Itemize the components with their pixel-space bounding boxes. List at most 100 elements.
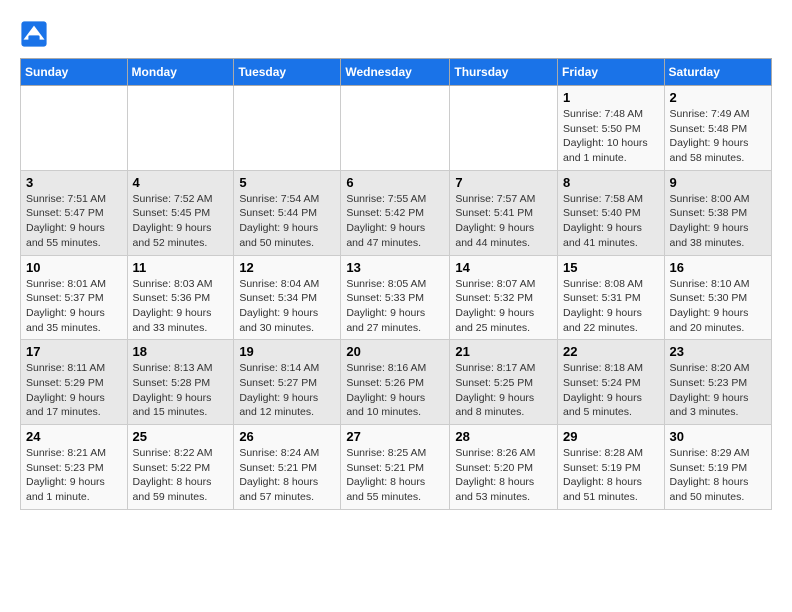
- day-number: 21: [455, 344, 552, 359]
- day-cell: 28 Sunrise: 8:26 AM Sunset: 5:20 PM Dayli…: [450, 425, 558, 510]
- day-number: 29: [563, 429, 659, 444]
- day-cell: 27 Sunrise: 8:25 AM Sunset: 5:21 PM Dayli…: [341, 425, 450, 510]
- logo-icon: [20, 20, 48, 48]
- day-number: 16: [670, 260, 766, 275]
- day-cell: [450, 86, 558, 171]
- day-number: 5: [239, 175, 335, 190]
- day-detail: Sunrise: 8:14 AM Sunset: 5:27 PM Dayligh…: [239, 361, 335, 420]
- day-cell: 1 Sunrise: 7:48 AM Sunset: 5:50 PM Daylig…: [558, 86, 665, 171]
- day-detail: Sunrise: 8:26 AM Sunset: 5:20 PM Dayligh…: [455, 446, 552, 505]
- day-detail: Sunrise: 8:18 AM Sunset: 5:24 PM Dayligh…: [563, 361, 659, 420]
- day-number: 6: [346, 175, 444, 190]
- day-cell: 7 Sunrise: 7:57 AM Sunset: 5:41 PM Daylig…: [450, 170, 558, 255]
- day-detail: Sunrise: 8:24 AM Sunset: 5:21 PM Dayligh…: [239, 446, 335, 505]
- week-row-1: 1 Sunrise: 7:48 AM Sunset: 5:50 PM Daylig…: [21, 86, 772, 171]
- page-header: [20, 20, 772, 48]
- day-cell: [234, 86, 341, 171]
- calendar-table: SundayMondayTuesdayWednesdayThursdayFrid…: [20, 58, 772, 510]
- day-cell: [341, 86, 450, 171]
- day-number: 11: [133, 260, 229, 275]
- weekday-row: SundayMondayTuesdayWednesdayThursdayFrid…: [21, 59, 772, 86]
- day-number: 15: [563, 260, 659, 275]
- day-cell: 10 Sunrise: 8:01 AM Sunset: 5:37 PM Dayli…: [21, 255, 128, 340]
- day-cell: 20 Sunrise: 8:16 AM Sunset: 5:26 PM Dayli…: [341, 340, 450, 425]
- weekday-header-wednesday: Wednesday: [341, 59, 450, 86]
- day-detail: Sunrise: 7:48 AM Sunset: 5:50 PM Dayligh…: [563, 107, 659, 166]
- day-number: 25: [133, 429, 229, 444]
- day-cell: 25Sunrise: 8:22 AM Sunset: 5:22 PM Dayli…: [127, 425, 234, 510]
- day-cell: 17Sunrise: 8:11 AM Sunset: 5:29 PM Dayli…: [21, 340, 128, 425]
- day-number: 4: [133, 175, 229, 190]
- day-number: 27: [346, 429, 444, 444]
- day-cell: 13 Sunrise: 8:05 AM Sunset: 5:33 PM Dayli…: [341, 255, 450, 340]
- day-detail: Sunrise: 7:58 AM Sunset: 5:40 PM Dayligh…: [563, 192, 659, 251]
- day-number: 3: [26, 175, 122, 190]
- calendar-body: 1 Sunrise: 7:48 AM Sunset: 5:50 PM Daylig…: [21, 86, 772, 510]
- day-detail: Sunrise: 8:00 AM Sunset: 5:38 PM Dayligh…: [670, 192, 766, 251]
- day-number: 14: [455, 260, 552, 275]
- day-detail: Sunrise: 8:05 AM Sunset: 5:33 PM Dayligh…: [346, 277, 444, 336]
- day-cell: 11 Sunrise: 8:03 AM Sunset: 5:36 PM Dayli…: [127, 255, 234, 340]
- day-number: 13: [346, 260, 444, 275]
- day-number: 19: [239, 344, 335, 359]
- day-cell: 26 Sunrise: 8:24 AM Sunset: 5:21 PM Dayli…: [234, 425, 341, 510]
- day-number: 12: [239, 260, 335, 275]
- day-detail: Sunrise: 7:57 AM Sunset: 5:41 PM Dayligh…: [455, 192, 552, 251]
- day-cell: 19 Sunrise: 8:14 AM Sunset: 5:27 PM Dayli…: [234, 340, 341, 425]
- day-cell: 9 Sunrise: 8:00 AM Sunset: 5:38 PM Daylig…: [664, 170, 771, 255]
- day-cell: 15 Sunrise: 8:08 AM Sunset: 5:31 PM Dayli…: [558, 255, 665, 340]
- day-number: 10: [26, 260, 122, 275]
- week-row-2: 3Sunrise: 7:51 AM Sunset: 5:47 PM Daylig…: [21, 170, 772, 255]
- day-cell: 24 Sunrise: 8:21 AM Sunset: 5:23 PM Dayli…: [21, 425, 128, 510]
- day-cell: 4 Sunrise: 7:52 AM Sunset: 5:45 PM Daylig…: [127, 170, 234, 255]
- day-detail: Sunrise: 8:28 AM Sunset: 5:19 PM Dayligh…: [563, 446, 659, 505]
- day-detail: Sunrise: 8:21 AM Sunset: 5:23 PM Dayligh…: [26, 446, 122, 505]
- day-number: 20: [346, 344, 444, 359]
- day-cell: 29 Sunrise: 8:28 AM Sunset: 5:19 PM Dayli…: [558, 425, 665, 510]
- day-number: 9: [670, 175, 766, 190]
- day-cell: 6Sunrise: 7:55 AM Sunset: 5:42 PM Daylig…: [341, 170, 450, 255]
- day-number: 2: [670, 90, 766, 105]
- day-detail: Sunrise: 8:07 AM Sunset: 5:32 PM Dayligh…: [455, 277, 552, 336]
- day-detail: Sunrise: 8:01 AM Sunset: 5:37 PM Dayligh…: [26, 277, 122, 336]
- weekday-header-thursday: Thursday: [450, 59, 558, 86]
- day-cell: 3Sunrise: 7:51 AM Sunset: 5:47 PM Daylig…: [21, 170, 128, 255]
- day-cell: 16 Sunrise: 8:10 AM Sunset: 5:30 PM Dayli…: [664, 255, 771, 340]
- week-row-3: 10 Sunrise: 8:01 AM Sunset: 5:37 PM Dayli…: [21, 255, 772, 340]
- calendar-header: SundayMondayTuesdayWednesdayThursdayFrid…: [21, 59, 772, 86]
- day-detail: Sunrise: 8:03 AM Sunset: 5:36 PM Dayligh…: [133, 277, 229, 336]
- day-cell: 12 Sunrise: 8:04 AM Sunset: 5:34 PM Dayli…: [234, 255, 341, 340]
- day-detail: Sunrise: 7:52 AM Sunset: 5:45 PM Dayligh…: [133, 192, 229, 251]
- day-detail: Sunrise: 8:25 AM Sunset: 5:21 PM Dayligh…: [346, 446, 444, 505]
- weekday-header-tuesday: Tuesday: [234, 59, 341, 86]
- day-cell: 30 Sunrise: 8:29 AM Sunset: 5:19 PM Dayli…: [664, 425, 771, 510]
- day-cell: 18 Sunrise: 8:13 AM Sunset: 5:28 PM Dayli…: [127, 340, 234, 425]
- day-detail: Sunrise: 8:13 AM Sunset: 5:28 PM Dayligh…: [133, 361, 229, 420]
- day-detail: Sunrise: 8:20 AM Sunset: 5:23 PM Dayligh…: [670, 361, 766, 420]
- day-number: 30: [670, 429, 766, 444]
- day-cell: 8 Sunrise: 7:58 AM Sunset: 5:40 PM Daylig…: [558, 170, 665, 255]
- day-number: 1: [563, 90, 659, 105]
- logo: [20, 20, 50, 48]
- week-row-5: 24 Sunrise: 8:21 AM Sunset: 5:23 PM Dayli…: [21, 425, 772, 510]
- day-number: 28: [455, 429, 552, 444]
- day-number: 18: [133, 344, 229, 359]
- day-detail: Sunrise: 8:16 AM Sunset: 5:26 PM Dayligh…: [346, 361, 444, 420]
- day-number: 23: [670, 344, 766, 359]
- day-cell: 2Sunrise: 7:49 AM Sunset: 5:48 PM Daylig…: [664, 86, 771, 171]
- day-number: 7: [455, 175, 552, 190]
- day-cell: 22Sunrise: 8:18 AM Sunset: 5:24 PM Dayli…: [558, 340, 665, 425]
- day-cell: 23 Sunrise: 8:20 AM Sunset: 5:23 PM Dayli…: [664, 340, 771, 425]
- day-detail: Sunrise: 8:04 AM Sunset: 5:34 PM Dayligh…: [239, 277, 335, 336]
- weekday-header-saturday: Saturday: [664, 59, 771, 86]
- day-detail: Sunrise: 8:17 AM Sunset: 5:25 PM Dayligh…: [455, 361, 552, 420]
- day-detail: Sunrise: 7:54 AM Sunset: 5:44 PM Dayligh…: [239, 192, 335, 251]
- day-detail: Sunrise: 8:29 AM Sunset: 5:19 PM Dayligh…: [670, 446, 766, 505]
- day-detail: Sunrise: 8:11 AM Sunset: 5:29 PM Dayligh…: [26, 361, 122, 420]
- day-detail: Sunrise: 8:10 AM Sunset: 5:30 PM Dayligh…: [670, 277, 766, 336]
- day-detail: Sunrise: 8:08 AM Sunset: 5:31 PM Dayligh…: [563, 277, 659, 336]
- day-number: 8: [563, 175, 659, 190]
- weekday-header-sunday: Sunday: [21, 59, 128, 86]
- day-number: 24: [26, 429, 122, 444]
- day-number: 26: [239, 429, 335, 444]
